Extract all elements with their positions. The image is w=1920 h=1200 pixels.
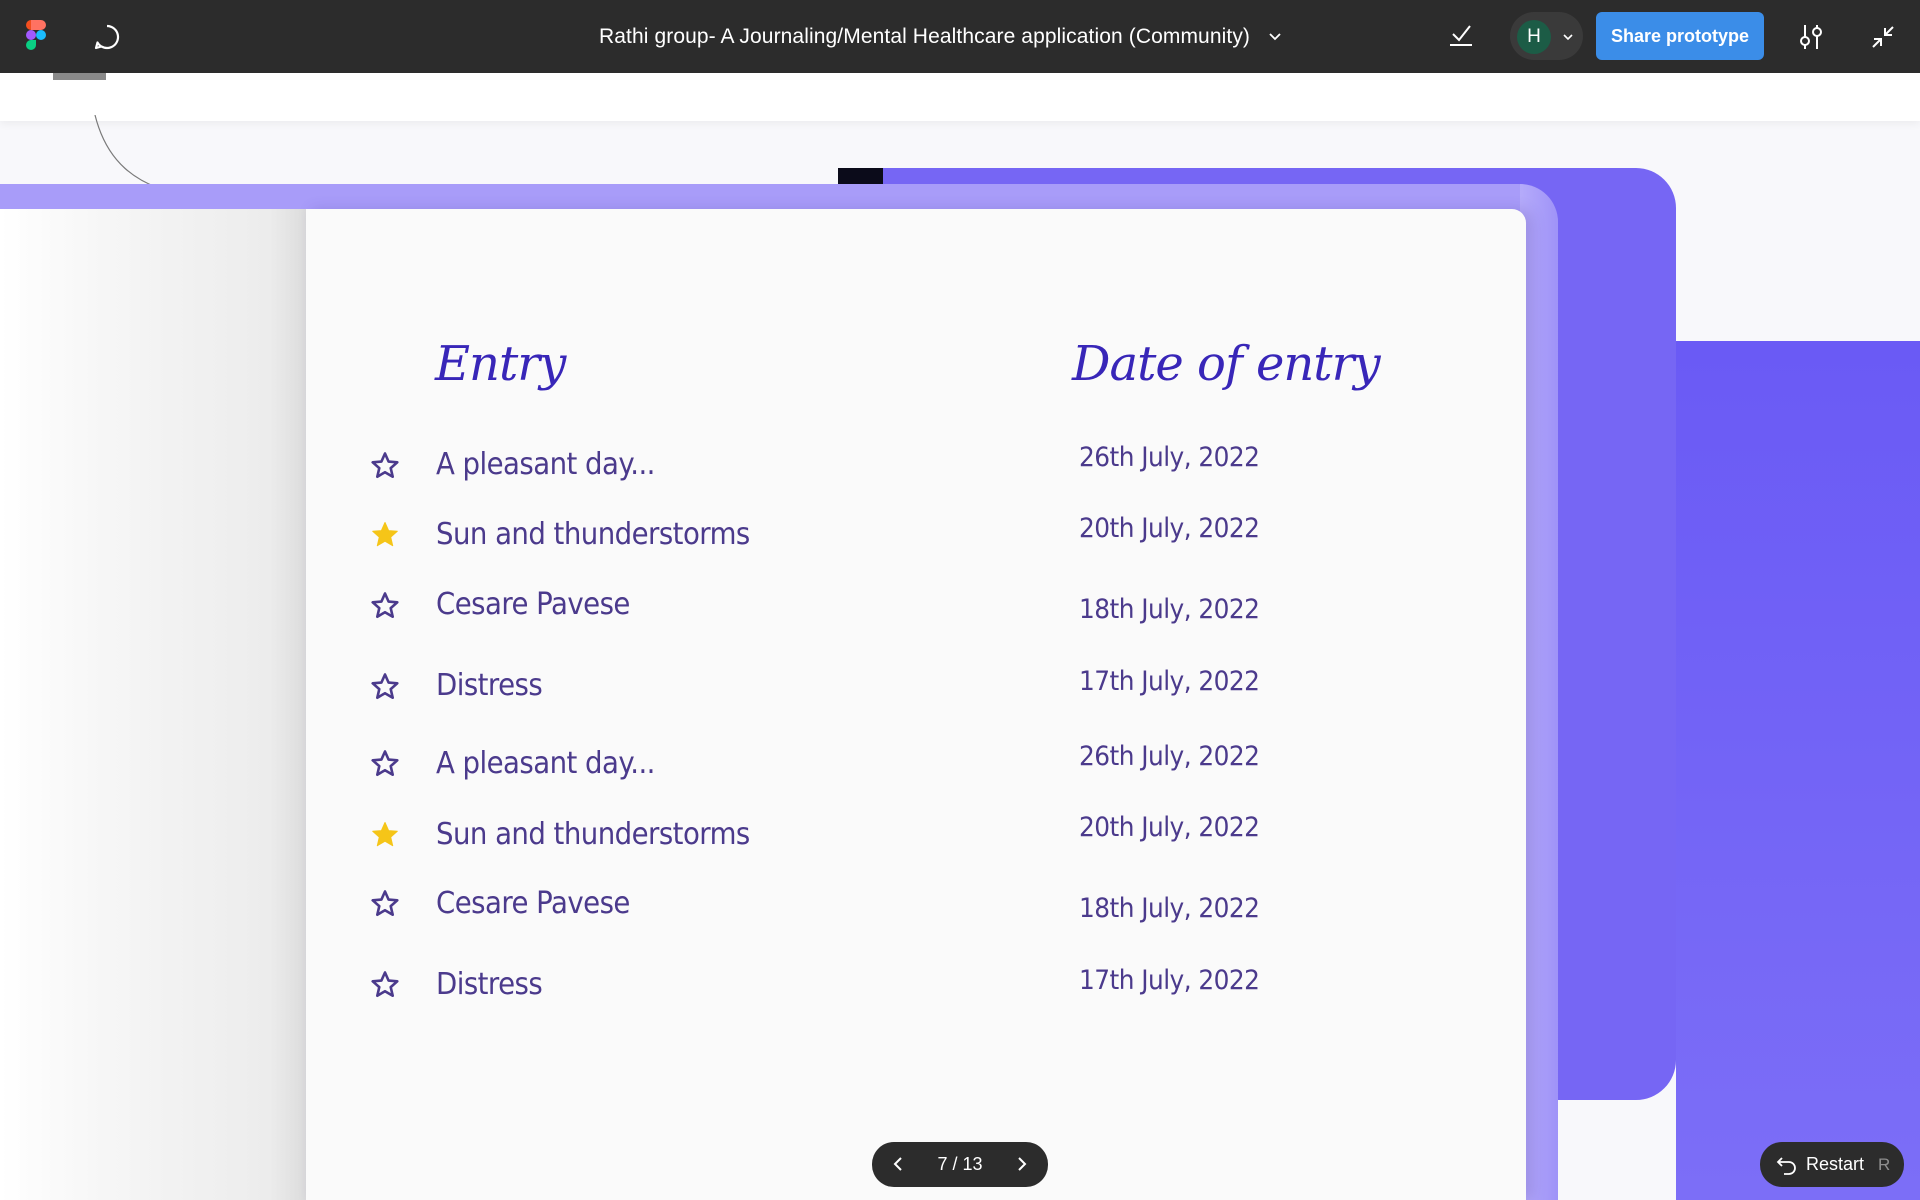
entry-date: 20th July, 2022 — [1079, 812, 1260, 843]
entry-title[interactable]: Distress — [436, 668, 543, 703]
date-column-heading: Date of entry — [1072, 336, 1381, 392]
entry-date: 17th July, 2022 — [1079, 965, 1260, 996]
restart-label: Restart — [1806, 1154, 1865, 1174]
entry-date: 17th July, 2022 — [1079, 666, 1260, 697]
avatar: H — [1517, 20, 1551, 54]
entry-title[interactable]: Sun and thunderstorms — [436, 817, 750, 852]
entry-title[interactable]: A pleasant day... — [436, 746, 655, 781]
chevron-down-icon — [1563, 34, 1573, 41]
entry-date: 18th July, 2022 — [1079, 893, 1260, 924]
scroll-indicator — [53, 73, 106, 80]
star-outline-icon[interactable] — [370, 591, 400, 621]
entry-date: 18th July, 2022 — [1079, 594, 1260, 625]
star-filled-icon[interactable] — [370, 820, 400, 850]
file-title-menu[interactable]: Rathi group- A Journaling/Mental Healthc… — [599, 25, 1284, 49]
star-outline-icon[interactable] — [370, 970, 400, 1000]
entry-date: 20th July, 2022 — [1079, 513, 1260, 544]
frame-header-strip — [0, 73, 1920, 121]
entry-date: 26th July, 2022 — [1079, 442, 1260, 473]
entry-title[interactable]: A pleasant day... — [436, 447, 655, 482]
entry-date: 26th July, 2022 — [1079, 741, 1260, 772]
next-frame-button[interactable] — [1012, 1154, 1032, 1174]
checkmark-icon[interactable] — [1447, 21, 1475, 49]
user-menu[interactable]: H — [1510, 12, 1583, 60]
restart-button[interactable]: Restart R — [1760, 1142, 1904, 1187]
settings-sliders-icon[interactable] — [1796, 22, 1826, 52]
star-outline-icon[interactable] — [370, 672, 400, 702]
entry-title[interactable]: Cesare Pavese — [436, 587, 630, 622]
restart-icon — [1776, 1156, 1796, 1175]
star-outline-icon[interactable] — [370, 749, 400, 779]
prototype-toolbar: Rathi group- A Journaling/Mental Healthc… — [0, 0, 1920, 73]
entry-title[interactable]: Cesare Pavese — [436, 886, 630, 921]
prototype-pager: 7 / 13 — [872, 1142, 1048, 1187]
journal-left-page — [0, 209, 306, 1200]
star-outline-icon[interactable] — [370, 451, 400, 481]
purple-right-panel — [1676, 341, 1920, 1200]
entry-title[interactable]: Distress — [436, 967, 543, 1002]
restart-shortcut: R — [1878, 1154, 1891, 1174]
collapse-icon[interactable] — [1870, 24, 1896, 50]
entry-column-heading: Entry — [435, 336, 566, 392]
chevron-down-icon — [1269, 32, 1281, 40]
star-filled-icon[interactable] — [370, 520, 400, 550]
figma-logo-icon[interactable] — [22, 20, 50, 52]
share-prototype-button[interactable]: Share prototype — [1596, 12, 1764, 60]
file-title: Rathi group- A Journaling/Mental Healthc… — [598, 24, 1251, 48]
star-outline-icon[interactable] — [370, 889, 400, 919]
comment-icon[interactable] — [92, 22, 122, 52]
dark-chip — [838, 168, 883, 184]
entry-title[interactable]: Sun and thunderstorms — [436, 517, 750, 552]
